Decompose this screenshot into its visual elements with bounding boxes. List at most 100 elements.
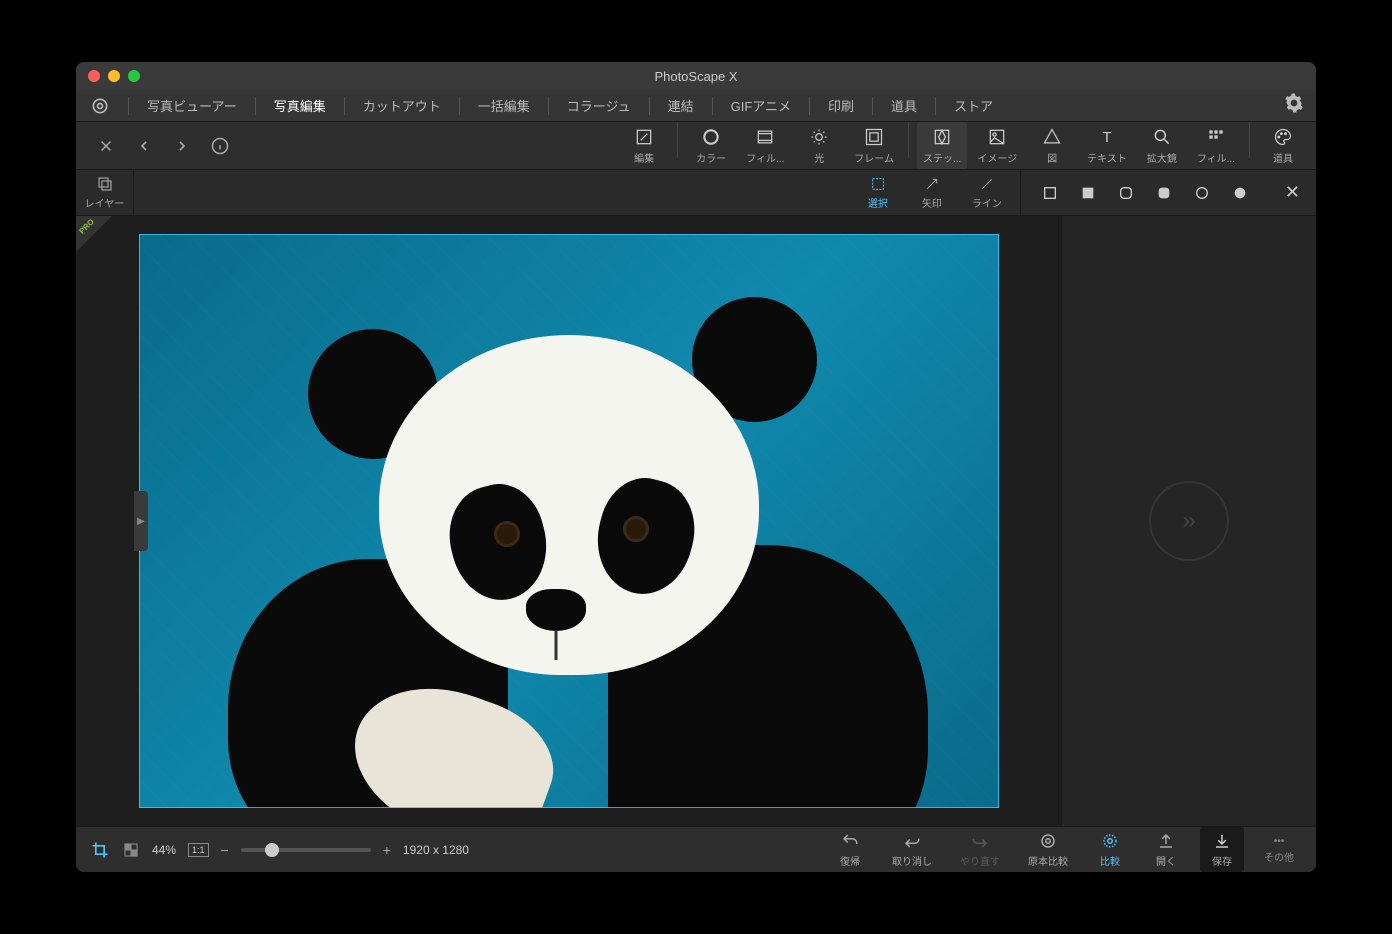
svg-text:T: T [1102,129,1111,146]
open-icon [1156,831,1176,851]
frame-icon [863,126,885,148]
tool-image[interactable]: イメージ [971,122,1023,169]
zoom-1to1[interactable]: 1:1 [188,843,209,857]
pro-badge: PRO [76,216,112,252]
main-menu: 写真ビューアー 写真編集 カットアウト 一括編集 コラージュ 連結 GIFアニメ… [76,90,1316,122]
prev-icon[interactable] [132,134,156,158]
shape-square-fill[interactable] [1079,184,1097,202]
action-more[interactable]: •••その他 [1256,834,1302,866]
zoom-level: 44% [152,843,176,857]
subtool-select[interactable]: 選択 [856,173,900,212]
menu-viewer[interactable]: 写真ビューアー [137,92,247,119]
shape-picker [1020,170,1269,215]
menu-tools[interactable]: 道具 [881,92,927,119]
redo-icon [970,831,990,851]
image-frame[interactable] [139,234,999,808]
tool-tools[interactable]: 道具 [1258,122,1308,169]
film-icon [754,126,776,148]
action-open[interactable]: 開く [1144,829,1188,870]
checker-icon[interactable] [122,841,140,859]
toolbar: 編集 カラー フィル... 光 フレーム ステッ... イメージ 図 Tテキスト… [76,122,1316,170]
canvas[interactable]: PRO [76,216,1061,826]
tool-shape[interactable]: 図 [1027,122,1077,169]
select-icon [869,175,887,193]
arrow-icon [923,175,941,193]
tool-color[interactable]: カラー [686,122,736,169]
crop-icon[interactable] [90,840,110,860]
zoom-window-button[interactable] [128,70,140,82]
menu-print[interactable]: 印刷 [818,92,864,119]
magnify-icon [1151,126,1173,148]
tool-magnify[interactable]: 拡大鏡 [1137,122,1187,169]
zoom-slider-knob[interactable] [265,843,279,857]
menu-batch[interactable]: 一括編集 [468,92,540,119]
shape-circle-fill[interactable] [1231,184,1249,202]
image-dimensions: 1920 x 1280 [403,843,469,857]
zoom-out-button[interactable]: − [221,842,229,858]
light-icon [808,126,830,148]
image-icon [986,126,1008,148]
tool-filter[interactable]: フィル... [1191,122,1241,169]
settings-gear-icon[interactable] [1284,93,1304,118]
line-icon [978,175,996,193]
close-icon[interactable] [94,134,118,158]
tool-light[interactable]: 光 [794,122,844,169]
undo-icon [902,831,922,851]
menu-store[interactable]: ストア [944,92,1003,119]
tool-film[interactable]: フィル... [740,122,790,169]
traffic-lights [88,70,140,82]
palette-icon [1272,126,1294,148]
menu-cutout[interactable]: カットアウト [353,92,451,119]
tool-edit[interactable]: 編集 [619,122,669,169]
shape-circle-outline[interactable] [1193,184,1211,202]
titlebar: PhotoScape X [76,62,1316,90]
info-icon[interactable] [208,134,232,158]
menu-gif[interactable]: GIFアニメ [721,92,801,119]
revert-icon [840,831,860,851]
image-content [259,287,879,807]
menu-collage[interactable]: コラージュ [557,92,641,119]
minimize-window-button[interactable] [108,70,120,82]
subtool-line[interactable]: ライン [964,173,1010,212]
action-redo: やり直す [952,829,1008,870]
action-revert[interactable]: 復帰 [828,829,872,870]
edit-icon [633,126,655,148]
more-icon: ••• [1274,836,1285,847]
app-window: PhotoScape X 写真ビューアー 写真編集 カットアウト 一括編集 コラ… [76,62,1316,872]
original-icon [1038,831,1058,851]
expand-sidebar-handle[interactable]: ▶ [134,491,148,551]
apply-forward-button[interactable]: » [1149,481,1229,561]
app-logo-icon[interactable] [88,94,112,118]
content-area: ▶ PRO » [76,216,1316,826]
action-original-compare[interactable]: 原本比較 [1020,829,1076,870]
menu-editor[interactable]: 写真編集 [264,92,336,119]
subtool-arrow[interactable]: 矢印 [910,173,954,212]
shape-icon [1041,126,1063,148]
shape-square-outline[interactable] [1041,184,1059,202]
shape-rounded-outline[interactable] [1117,184,1135,202]
sticker-icon [931,126,953,148]
tool-frame[interactable]: フレーム [848,122,900,169]
zoom-slider[interactable] [241,848,371,852]
close-window-button[interactable] [88,70,100,82]
action-compare[interactable]: 比較 [1088,829,1132,870]
color-icon [700,126,722,148]
text-icon: T [1096,126,1118,148]
next-icon[interactable] [170,134,194,158]
tool-text[interactable]: Tテキスト [1081,122,1133,169]
zoom-in-button[interactable]: + [383,842,391,858]
filter-icon [1205,126,1227,148]
action-undo[interactable]: 取り消し [884,829,940,870]
compare-icon [1100,831,1120,851]
save-icon [1212,831,1232,851]
close-panel-icon[interactable]: ✕ [1269,182,1316,203]
layers-icon [96,175,114,193]
statusbar: 44% 1:1 − + 1920 x 1280 復帰 取り消し やり直す 原本比… [76,826,1316,872]
side-panel: » [1061,216,1316,826]
layers-button[interactable]: レイヤー [76,170,134,215]
tool-sticker[interactable]: ステッ... [917,122,967,169]
sub-toolbar: レイヤー 選択 矢印 ライン ✕ [76,170,1316,216]
menu-combine[interactable]: 連結 [658,92,704,119]
shape-rounded-fill[interactable] [1155,184,1173,202]
action-save[interactable]: 保存 [1200,827,1244,872]
